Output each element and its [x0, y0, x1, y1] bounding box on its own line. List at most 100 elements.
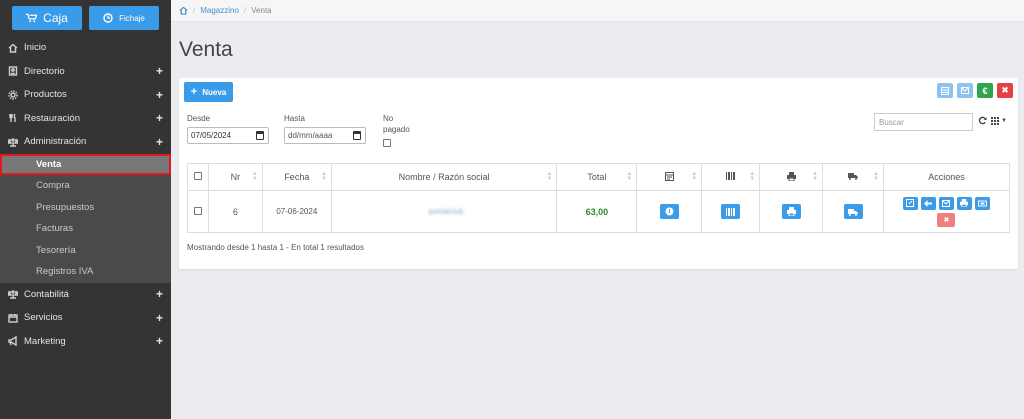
- row-barcode-button[interactable]: [721, 204, 741, 219]
- row-fecha: 07-06-2024: [261, 190, 332, 233]
- row-print-button[interactable]: [781, 204, 801, 219]
- print-icon: [786, 171, 796, 181]
- submenu-item-compra[interactable]: Compra: [0, 175, 171, 197]
- from-date-value: 07/05/2024: [191, 131, 232, 140]
- row-print-action-button[interactable]: [956, 196, 972, 210]
- sidebar-item-restauracion[interactable]: Restauración +: [0, 107, 171, 131]
- sales-panel: + Nueva € ✖ Desde 07/05/2024 Hasta dd/mm…: [179, 78, 1018, 269]
- refresh-icon[interactable]: [978, 116, 987, 125]
- columns-toggle[interactable]: ▼: [991, 117, 1007, 125]
- home-icon[interactable]: [179, 6, 188, 15]
- balance-scale-icon: [8, 137, 18, 147]
- table-info: Mostrando desde 1 hasta 1 - En total 1 r…: [187, 243, 364, 252]
- sidebar-item-label: Directorio: [24, 65, 65, 77]
- expand-plus-icon[interactable]: +: [156, 288, 163, 300]
- sidebar-item-directorio[interactable]: Directorio +: [0, 60, 171, 84]
- expand-plus-icon[interactable]: +: [156, 112, 163, 124]
- sidebar-item-contabilita[interactable]: Contabilitá +: [0, 283, 171, 307]
- megaphone-icon: [8, 336, 18, 347]
- expand-plus-icon[interactable]: +: [156, 89, 163, 101]
- header-fecha-label: Fecha: [284, 172, 310, 182]
- caret-down-icon: ▼: [1001, 118, 1007, 124]
- row-delete-button[interactable]: ✖: [937, 212, 956, 227]
- row-actions: [884, 196, 1009, 210]
- row-nombre[interactable]: portalclub: [330, 190, 558, 233]
- header-nombre[interactable]: Nombre / Razón social ▲ ▼: [330, 163, 558, 191]
- sidebar-item-inicio[interactable]: Inicio: [0, 36, 171, 60]
- caja-button[interactable]: Caja: [12, 6, 82, 30]
- header-shipping[interactable]: ▲ ▼: [822, 163, 884, 191]
- calendar-icon[interactable]: [256, 131, 264, 140]
- sidebar-item-label: Contabilitá: [24, 288, 69, 300]
- header-total[interactable]: Total ▲ ▼: [556, 163, 638, 191]
- submenu-item-facturas[interactable]: Facturas: [0, 218, 171, 240]
- row-shipping-button[interactable]: [843, 204, 863, 219]
- fichaje-button[interactable]: Fichaje: [89, 6, 159, 30]
- sort-icon: ▲ ▼: [691, 171, 698, 182]
- select-all-checkbox[interactable]: [193, 172, 202, 180]
- sidebar-item-marketing[interactable]: Marketing +: [0, 330, 171, 354]
- sort-icon: ▲ ▼: [812, 171, 819, 182]
- row-back-button[interactable]: [920, 196, 936, 210]
- row-total: 63,00: [556, 190, 638, 233]
- header-barcode[interactable]: ▲ ▼: [701, 163, 761, 191]
- sidebar-item-servicios[interactable]: Servicios +: [0, 306, 171, 330]
- delete-button[interactable]: ✖: [997, 83, 1013, 98]
- header-fecha[interactable]: Fecha ▲ ▼: [261, 163, 332, 191]
- expand-plus-icon[interactable]: +: [156, 312, 163, 324]
- export-spreadsheet-button[interactable]: [937, 83, 953, 98]
- from-date-input[interactable]: 07/05/2024: [187, 127, 269, 144]
- print-icon: [786, 207, 796, 216]
- row-edit-button[interactable]: [902, 196, 918, 210]
- spreadsheet-icon: [941, 86, 949, 95]
- gear-icon: [8, 90, 18, 100]
- grid-icon: [991, 117, 999, 125]
- expand-plus-icon[interactable]: +: [156, 136, 163, 148]
- email-button[interactable]: [957, 83, 973, 98]
- to-date-input[interactable]: dd/mm/aaaa: [284, 127, 366, 144]
- from-label: Desde: [187, 114, 211, 123]
- sales-table: Nr ▲ ▼ Fecha ▲ ▼ Nombre / Razón social ▲ ▼ Tot…: [187, 163, 1011, 233]
- edit-icon: [906, 199, 915, 207]
- header-acciones: Acciones: [882, 163, 1011, 191]
- row-actions-second: ✖: [884, 212, 1009, 227]
- sort-icon: ▲ ▼: [626, 171, 633, 182]
- row-email-button[interactable]: [938, 196, 954, 210]
- export-tools: € ✖: [937, 83, 1013, 98]
- submenu-item-tesoreria[interactable]: Tesorería: [0, 240, 171, 262]
- breadcrumb-separator: /: [243, 6, 247, 15]
- row-ticket-button[interactable]: [974, 196, 990, 210]
- row-shipping-cell: [822, 190, 884, 233]
- search-input[interactable]: Buscar: [874, 113, 973, 131]
- submenu-item-registros-iva[interactable]: Registros IVA: [0, 261, 171, 283]
- header-nr[interactable]: Nr ▲ ▼: [207, 163, 263, 191]
- header-total-label: Total: [587, 172, 607, 182]
- barcode-icon: [726, 207, 736, 216]
- caja-label: Caja: [43, 11, 68, 25]
- unpaid-checkbox[interactable]: [383, 139, 391, 147]
- table-row: 6 07-06-2024 portalclub 63,00 ✖: [187, 190, 1011, 233]
- calendar-icon[interactable]: [353, 131, 361, 140]
- new-sale-label: Nueva: [202, 87, 227, 97]
- row-print-cell: [759, 190, 824, 233]
- header-print[interactable]: ▲ ▼: [759, 163, 824, 191]
- sort-icon: ▲ ▼: [546, 171, 553, 182]
- breadcrumb: / Magazzino / Venta: [171, 0, 1024, 22]
- euro-button[interactable]: €: [977, 83, 993, 98]
- submenu-item-presupuestos[interactable]: Presupuestos: [0, 197, 171, 219]
- submenu-item-venta[interactable]: Venta: [0, 153, 171, 175]
- row-checkbox[interactable]: [193, 206, 202, 215]
- sidebar-item-administracion[interactable]: Administración +: [0, 130, 171, 154]
- row-info-button[interactable]: [659, 204, 679, 219]
- envelope-icon: [942, 199, 951, 207]
- expand-plus-icon[interactable]: +: [156, 65, 163, 77]
- new-sale-button[interactable]: + Nueva: [184, 82, 233, 102]
- info-icon: [665, 207, 674, 216]
- home-icon: [8, 43, 18, 53]
- expand-plus-icon[interactable]: +: [156, 335, 163, 347]
- cart-icon: [26, 13, 38, 23]
- close-icon: ✖: [1001, 85, 1009, 95]
- sidebar-item-productos[interactable]: Productos +: [0, 83, 171, 107]
- breadcrumb-link-magazzino[interactable]: Magazzino: [200, 6, 239, 15]
- header-invoice[interactable]: ▲ ▼: [636, 163, 703, 191]
